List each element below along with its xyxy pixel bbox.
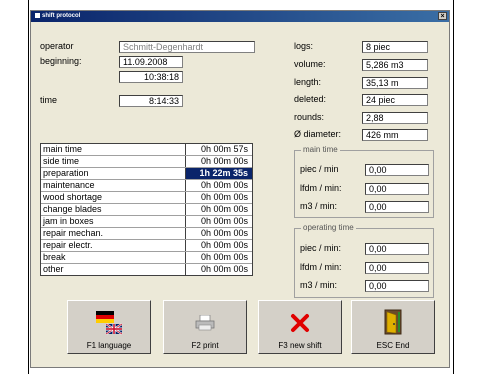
new-shift-button[interactable]: F3 new shift bbox=[258, 300, 342, 354]
table-row-value: 0h 00m 00s bbox=[200, 216, 248, 226]
main-m3-label: m3 / min: bbox=[300, 201, 338, 211]
table-row-value: 1h 22m 35s bbox=[186, 168, 252, 179]
table-row[interactable]: change blades 0h 00m 00s bbox=[41, 204, 252, 216]
title-bar: shift protocol × bbox=[31, 11, 449, 22]
length-label: length: bbox=[294, 77, 322, 87]
table-row-name: preparation bbox=[41, 168, 186, 179]
table-row[interactable]: wood shortage 0h 00m 00s bbox=[41, 192, 252, 204]
table-row[interactable]: main time 0h 00m 57s bbox=[41, 144, 252, 156]
op-m3-label: m3 / min: bbox=[300, 280, 338, 290]
main-piec-field[interactable]: 0,00 bbox=[365, 164, 429, 176]
time-field[interactable]: 8:14:33 bbox=[119, 95, 183, 107]
table-row[interactable]: other 0h 00m 00s bbox=[41, 264, 252, 275]
table-row-name: break bbox=[41, 252, 186, 263]
beginning-label: beginning: bbox=[40, 56, 82, 66]
op-piec-label: piec / min: bbox=[300, 243, 342, 253]
table-row-value: 0h 00m 00s bbox=[200, 204, 248, 214]
main-m3-field[interactable]: 0,00 bbox=[365, 201, 429, 213]
window-title: shift protocol bbox=[42, 13, 81, 19]
rounds-field[interactable]: 2,88 bbox=[362, 112, 428, 124]
beginning-date-field[interactable]: 11.09.2008 bbox=[119, 56, 183, 68]
table-row-name: other bbox=[41, 264, 186, 275]
table-row-value: 0h 00m 57s bbox=[200, 144, 248, 154]
op-lfdm-label: lfdm / min: bbox=[300, 262, 342, 272]
table-row-value: 0h 00m 00s bbox=[200, 252, 248, 262]
table-row-value: 0h 00m 00s bbox=[200, 192, 248, 202]
table-row-value: 0h 00m 00s bbox=[200, 156, 248, 166]
table-row-name: change blades bbox=[41, 204, 186, 215]
table-row-name: repair electr. bbox=[41, 240, 186, 251]
app-icon bbox=[35, 12, 40, 18]
table-row[interactable]: jam in boxes 0h 00m 00s bbox=[41, 216, 252, 228]
beginning-time-field[interactable]: 10:38:18 bbox=[119, 71, 183, 83]
table-row-name: main time bbox=[41, 144, 186, 155]
deleted-field[interactable]: 24 piec bbox=[362, 94, 428, 106]
language-button[interactable]: F1 language bbox=[67, 300, 151, 354]
op-m3-field[interactable]: 0,00 bbox=[365, 280, 429, 292]
main-lfdm-field[interactable]: 0,00 bbox=[365, 183, 429, 195]
table-row[interactable]: side time 0h 00m 00s bbox=[41, 156, 252, 168]
main-piec-label: piec / min bbox=[300, 164, 339, 174]
volume-field[interactable]: 5,286 m3 bbox=[362, 59, 428, 71]
exit-door-icon bbox=[382, 309, 404, 337]
diameter-field[interactable]: 426 mm bbox=[362, 129, 428, 141]
operator-field[interactable]: Schmitt-Degenhardt bbox=[119, 41, 255, 53]
deleted-label: deleted: bbox=[294, 94, 327, 104]
logs-label: logs: bbox=[294, 41, 314, 51]
operating-time-group-title: operating time bbox=[301, 223, 356, 232]
length-field[interactable]: 35,13 m bbox=[362, 77, 428, 89]
volume-label: volume: bbox=[294, 59, 326, 69]
table-row[interactable]: maintenance 0h 00m 00s bbox=[41, 180, 252, 192]
table-row[interactable]: preparation 1h 22m 35s bbox=[41, 168, 252, 180]
end-button-label: ESC End bbox=[376, 341, 410, 350]
time-label: time bbox=[40, 95, 58, 105]
op-lfdm-field[interactable]: 0,00 bbox=[365, 262, 429, 274]
table-row[interactable]: break 0h 00m 00s bbox=[41, 252, 252, 264]
operator-label: operator bbox=[40, 41, 74, 51]
printer-icon bbox=[194, 314, 216, 333]
table-row-name: repair mechan. bbox=[41, 228, 186, 239]
language-button-label: F1 language bbox=[86, 341, 132, 350]
main-lfdm-label: lfdm / min: bbox=[300, 183, 342, 193]
table-row-value: 0h 00m 00s bbox=[200, 240, 248, 250]
table-row-name: side time bbox=[41, 156, 186, 167]
table-row[interactable]: repair electr. 0h 00m 00s bbox=[41, 240, 252, 252]
end-button[interactable]: ESC End bbox=[351, 300, 435, 354]
op-piec-field[interactable]: 0,00 bbox=[365, 243, 429, 255]
red-x-icon bbox=[290, 313, 310, 335]
table-row-name: jam in boxes bbox=[41, 216, 186, 227]
table-row-value: 0h 00m 00s bbox=[200, 228, 248, 238]
diameter-label: Ø diameter: bbox=[294, 129, 342, 139]
print-button[interactable]: F2 print bbox=[163, 300, 247, 354]
time-table[interactable]: main time 0h 00m 57s side time 0h 00m 00s pr… bbox=[40, 143, 253, 276]
close-button[interactable]: × bbox=[438, 12, 447, 20]
table-row-name: maintenance bbox=[41, 180, 186, 191]
language-flags-icon bbox=[94, 311, 124, 339]
print-button-label: F2 print bbox=[191, 341, 219, 350]
rounds-label: rounds: bbox=[294, 112, 325, 122]
table-row[interactable]: repair mechan. 0h 00m 00s bbox=[41, 228, 252, 240]
new-shift-button-label: F3 new shift bbox=[278, 341, 322, 350]
table-row-value: 0h 00m 00s bbox=[200, 264, 248, 274]
main-time-group-title: main time bbox=[301, 145, 340, 154]
table-row-name: wood shortage bbox=[41, 192, 186, 203]
table-row-value: 0h 00m 00s bbox=[200, 180, 248, 190]
logs-field[interactable]: 8 piec bbox=[362, 41, 428, 53]
